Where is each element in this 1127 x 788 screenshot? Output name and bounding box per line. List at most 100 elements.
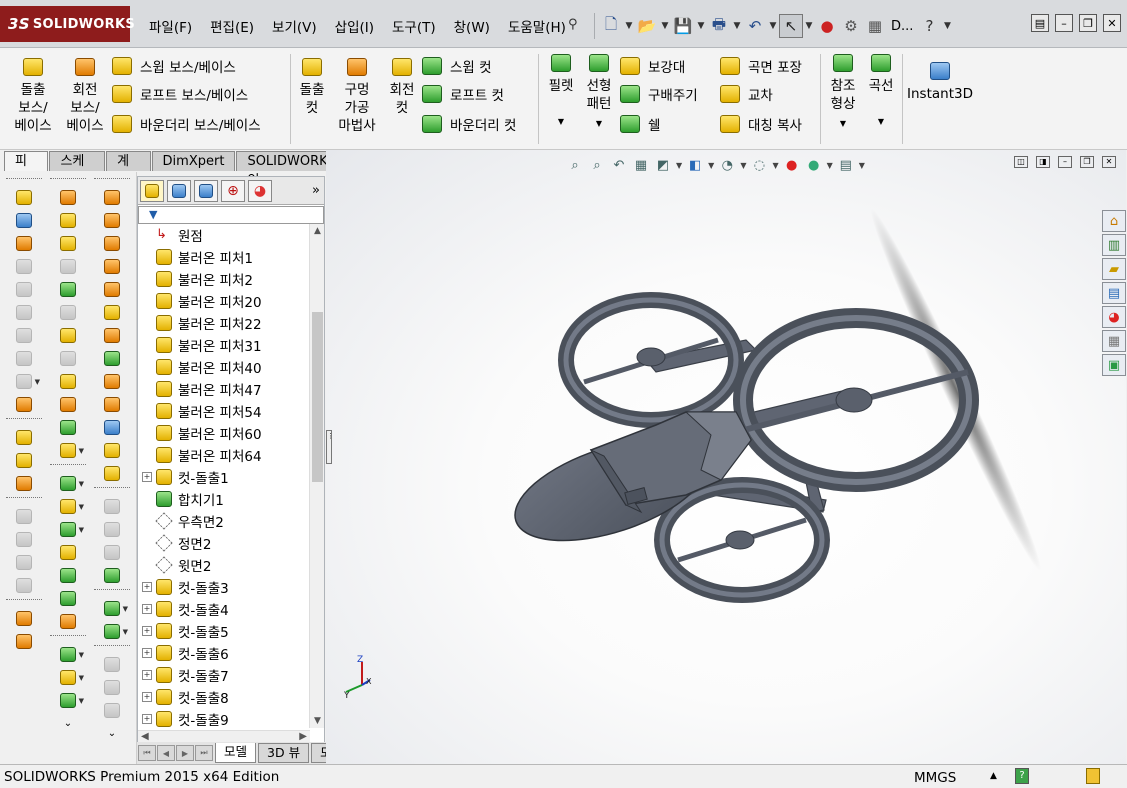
toolbar-tool-icon[interactable]	[2, 426, 46, 449]
toolbar-tool-icon[interactable]	[2, 472, 46, 495]
toolbar-tool-icon[interactable]	[90, 495, 134, 518]
toolbar-tool-icon[interactable]	[2, 393, 46, 416]
toolbar-tool-icon[interactable]	[46, 301, 90, 324]
expand-icon[interactable]: +	[142, 648, 152, 658]
toolbar-tool-icon[interactable]	[90, 676, 134, 699]
tree-item[interactable]: ↳ 원점	[138, 224, 310, 246]
toolbar-tool-icon[interactable]	[46, 416, 90, 439]
toolbar-tool-icon[interactable]: ▼	[90, 620, 134, 643]
revolve-cut-button[interactable]: 회전 컷	[384, 58, 420, 117]
tree-item[interactable]: 우측면2	[138, 510, 310, 532]
toolbar-grip[interactable]	[50, 464, 86, 470]
toolbar-tool-icon[interactable]	[90, 255, 134, 278]
toolbar-grip[interactable]	[6, 497, 42, 503]
toolbar-tool-icon[interactable]: ▼	[46, 518, 90, 541]
loft-boss-button[interactable]: 로프트 보스/베이스	[112, 84, 248, 104]
design-library-icon[interactable]: ▥	[1102, 234, 1126, 256]
toolbar-tool-icon[interactable]	[90, 278, 134, 301]
menu-file[interactable]: 파일(F)	[140, 14, 201, 38]
tree-item[interactable]: 불러온 피처22	[138, 312, 310, 334]
tree-item[interactable]: 불러온 피처54	[138, 400, 310, 422]
toolbar-tool-icon[interactable]	[46, 370, 90, 393]
dimxpert-manager-tab-icon[interactable]: ⊕	[221, 179, 245, 202]
toolbar-tool-icon[interactable]	[46, 610, 90, 633]
toolbar-grip[interactable]	[6, 418, 42, 424]
curves-button[interactable]: 곡선 ▼	[864, 54, 898, 126]
tree-item[interactable]: + 컷-돌출8	[138, 686, 310, 708]
toolbar-tool-icon[interactable]	[46, 209, 90, 232]
shell-button[interactable]: 쉘	[620, 114, 660, 134]
boundary-cut-button[interactable]: 바운더리 컷	[422, 114, 516, 134]
expand-icon[interactable]: +	[142, 626, 152, 636]
expand-icon[interactable]: +	[142, 714, 152, 724]
first-tab-icon[interactable]: ⏮	[138, 745, 156, 761]
scroll-right-icon[interactable]: ▶	[299, 731, 307, 742]
fillet-button[interactable]: 필렛 ▼	[544, 54, 578, 126]
last-tab-icon[interactable]: ⏭	[195, 745, 213, 761]
extrude-cut-button[interactable]: 돌출 컷	[294, 58, 330, 117]
tree-vertical-scrollbar[interactable]: ▲ ▼	[309, 224, 324, 728]
toolbar-tool-icon[interactable]	[90, 347, 134, 370]
chevron-down-icon[interactable]: ▼	[840, 119, 846, 128]
appearances-icon[interactable]: ◕	[1102, 306, 1126, 328]
toolbar-tool-icon[interactable]: ▼	[46, 643, 90, 666]
toolbar-tool-icon[interactable]	[2, 209, 46, 232]
toolbar-tool-icon[interactable]	[46, 587, 90, 610]
toolbar-tool-icon[interactable]	[46, 393, 90, 416]
solidworks-resources-icon[interactable]: ⌂	[1102, 210, 1126, 232]
chevron-up-icon[interactable]: ▲	[990, 771, 997, 781]
new-document-icon[interactable]: 🗋	[599, 14, 623, 38]
toolbar-tool-icon[interactable]: ▼	[2, 370, 46, 393]
toolbar-tool-icon[interactable]	[90, 462, 134, 485]
menu-window[interactable]: 창(W)	[445, 14, 499, 38]
tree-item[interactable]: + 컷-돌출7	[138, 664, 310, 686]
toolbar-tool-icon[interactable]	[2, 186, 46, 209]
toolbar-tool-icon[interactable]: ▼	[46, 439, 90, 462]
menu-help[interactable]: 도움말(H)	[499, 14, 575, 38]
configuration-manager-tab-icon[interactable]	[194, 179, 218, 202]
menu-insert[interactable]: 삽입(I)	[326, 14, 383, 38]
more-tabs-icon[interactable]: »	[312, 183, 320, 198]
tab-dimxpert[interactable]: DimXpert	[151, 151, 236, 171]
chevron-down-icon[interactable]: ▼	[623, 21, 635, 31]
toolbar-tool-icon[interactable]	[2, 574, 46, 597]
toolbar-tool-icon[interactable]	[90, 439, 134, 462]
toolbar-tool-icon[interactable]	[90, 416, 134, 439]
tree-item[interactable]: + 컷-돌출5	[138, 620, 310, 642]
tab-3d-view[interactable]: 3D 뷰	[258, 743, 310, 763]
toolbar-tool-icon[interactable]	[2, 232, 46, 255]
tree-item[interactable]: 불러온 피처2	[138, 268, 310, 290]
toolbar-tool-icon[interactable]	[46, 255, 90, 278]
chevron-down-icon[interactable]: ▼	[803, 21, 815, 31]
scroll-up-icon[interactable]: ▲	[310, 226, 325, 236]
chevron-down-icon[interactable]: ▼	[558, 117, 564, 126]
sweep-cut-button[interactable]: 스윕 컷	[422, 56, 492, 76]
toolbar-grip[interactable]	[50, 635, 86, 641]
close-icon[interactable]: ✕	[1103, 14, 1121, 32]
chevron-down-icon[interactable]: ▼	[731, 21, 743, 31]
chevron-down-icon[interactable]: ▼	[941, 21, 953, 31]
toolbar-tool-icon[interactable]	[90, 232, 134, 255]
unit-system[interactable]: MMGS	[914, 770, 956, 786]
toolbar-grip[interactable]	[94, 178, 130, 184]
toolbar-tool-icon[interactable]	[2, 630, 46, 653]
graphics-area[interactable]: ⌕ ⌕ ↶ ▦ ◩ ▼ ◧ ▼ ◔ ▼ ◌ ▼ ● ● ▼ ▤ ▼ ◫ ◨ – …	[326, 150, 1126, 764]
toolbar-tool-icon[interactable]	[2, 255, 46, 278]
instant3d-button[interactable]: Instant3D	[906, 62, 974, 103]
tree-item[interactable]: 불러온 피처1	[138, 246, 310, 268]
toolbar-tool-icon[interactable]	[2, 347, 46, 370]
toolbar-grip[interactable]	[94, 645, 130, 651]
toolbar-grip[interactable]	[94, 589, 130, 595]
expand-icon[interactable]: +	[142, 670, 152, 680]
menu-tools[interactable]: 도구(T)	[383, 14, 445, 38]
toolbar-tool-icon[interactable]	[90, 518, 134, 541]
chevron-down-icon[interactable]: ▼	[767, 21, 779, 31]
tab-features[interactable]: 피처	[4, 151, 49, 188]
wrap-button[interactable]: 곡면 포장	[720, 56, 802, 76]
print-icon[interactable]: 🖶	[707, 14, 731, 38]
quick-tips-icon[interactable]: ?	[1015, 768, 1029, 784]
toolbar-grip[interactable]	[94, 487, 130, 493]
tree-item[interactable]: + 컷-돌출9	[138, 708, 310, 728]
options-icon[interactable]: ⚙	[839, 14, 863, 38]
menu-view[interactable]: 보기(V)	[263, 14, 326, 38]
